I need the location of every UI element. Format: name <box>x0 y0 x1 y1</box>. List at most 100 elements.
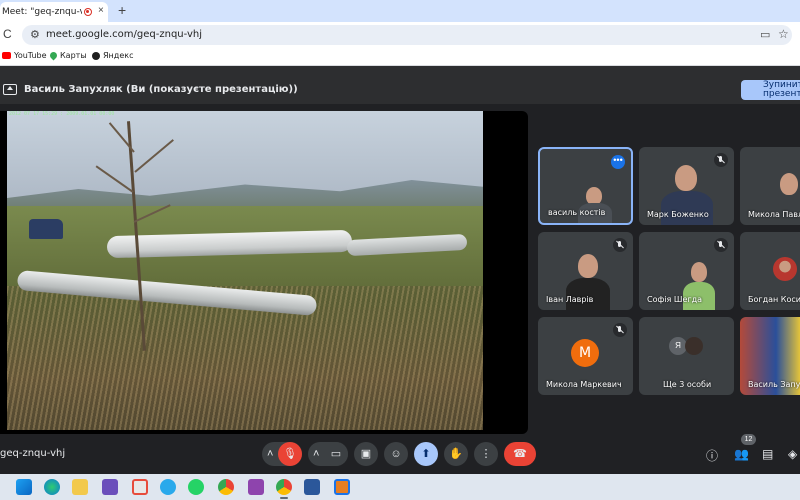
activities-icon[interactable]: ◈ <box>788 447 797 461</box>
address-bar[interactable]: ⚙ meet.google.com/geq-znqu-vhj ▭ ☆ <box>22 25 792 45</box>
raise-hand-button[interactable]: ✋ <box>444 442 468 466</box>
more-participants-tile[interactable]: Я Ще 3 особи <box>639 317 734 395</box>
participant-video <box>578 254 598 278</box>
participant-tile[interactable]: Василь Запухляк <box>740 317 800 395</box>
shared-screen: 2012 07 17 15:29 : 2009.01.01 00:00 <box>0 111 528 434</box>
mic-off-icon <box>613 238 627 252</box>
mic-off-icon: 🎙 <box>283 448 297 460</box>
media-app-icon[interactable] <box>132 479 148 495</box>
participant-tile[interactable]: Іван Лаврів <box>538 232 633 310</box>
camera-icon: ▭ <box>330 448 342 460</box>
photos-app-icon[interactable] <box>334 479 350 495</box>
bookmark-yandex[interactable]: Яндекс <box>92 51 133 60</box>
yandex-icon <box>92 51 100 60</box>
bookmark-label: YouTube <box>14 51 47 60</box>
participant-avatar: M <box>571 339 599 367</box>
chat-icon[interactable]: ▤ <box>762 447 773 461</box>
recording-icon <box>84 8 92 16</box>
present-now-button[interactable]: ⬆ <box>414 442 438 466</box>
edge-browser-icon[interactable] <box>44 479 60 495</box>
participant-name: Софія Шегда <box>647 295 703 304</box>
participant-video <box>566 278 610 310</box>
present-screen-icon <box>3 84 17 95</box>
participant-tile[interactable]: Марк Боженко <box>639 147 734 225</box>
photo-vehicle <box>29 219 63 239</box>
more-options-button[interactable]: ⋮ <box>474 442 498 466</box>
file-explorer-icon[interactable] <box>72 479 88 495</box>
bookmarks-bar: YouTube Карты Яндекс <box>0 48 800 66</box>
leave-call-button[interactable]: ☎ <box>504 442 536 466</box>
participant-tile[interactable]: M Микола Маркевич <box>538 317 633 395</box>
bookmark-label: Яндекс <box>103 51 134 60</box>
phone-hangup-icon: ☎ <box>513 448 527 460</box>
site-info-icon[interactable]: ⚙ <box>30 28 40 41</box>
participant-video <box>691 262 707 282</box>
bookmark-maps[interactable]: Карты <box>48 50 87 61</box>
emoji-icon: ☺ <box>390 448 402 460</box>
browser-tab-meet[interactable]: Meet: "geq-znqu-vhj" × <box>0 2 108 22</box>
word-icon[interactable] <box>304 479 320 495</box>
reactions-button[interactable]: ☺ <box>384 442 408 466</box>
participant-name: Микола Маркевич <box>546 380 622 389</box>
tab-title: Meet: "geq-znqu-vhj" <box>2 7 82 17</box>
participant-name: Василь Запухляк <box>748 380 800 389</box>
participant-name: василь костів <box>548 208 606 217</box>
captions-icon: ▣ <box>360 448 372 460</box>
bookmark-label: Карты <box>60 51 87 60</box>
meeting-controls-bar: geq-znqu-vhj ˄ 🎙 ˄ ▭ ▣ ☺ ⬆ ✋ ⋮ ☎ ⓘ 12 👥 … <box>0 434 800 474</box>
presenter-label: Василь Запухляк (Ви (показуєте презентац… <box>24 84 298 95</box>
participant-name: Марк Боженко <box>647 210 709 219</box>
participant-name: Богдан Косило <box>748 295 800 304</box>
cast-icon[interactable]: ▭ <box>760 28 770 41</box>
participant-avatar <box>773 257 797 281</box>
participant-tile[interactable]: ••• василь костів <box>538 147 633 225</box>
present-screen-icon: ⬆ <box>421 448 431 460</box>
participant-name: Іван Лаврів <box>546 295 594 304</box>
chevron-up-icon: ˄ <box>267 448 274 460</box>
whatsapp-icon[interactable] <box>188 479 204 495</box>
mic-off-icon <box>714 153 728 167</box>
participant-tile[interactable]: Богдан Косило <box>740 232 800 310</box>
chrome-profile-icon[interactable] <box>276 479 292 495</box>
participant-video <box>661 191 713 225</box>
start-icon[interactable] <box>16 479 32 495</box>
more-vert-icon: ⋮ <box>480 448 492 460</box>
new-tab-icon[interactable]: + <box>118 2 126 18</box>
participant-count-badge: 12 <box>741 434 756 445</box>
camera-toggle-button[interactable]: ▭ <box>324 442 348 466</box>
presented-photo: 2012 07 17 15:29 : 2009.01.01 00:00 <box>7 111 483 430</box>
participant-video <box>675 165 697 191</box>
mic-off-icon <box>613 323 627 337</box>
reload-icon[interactable]: C <box>3 27 12 41</box>
page-gap <box>0 66 800 76</box>
participant-avatar <box>685 337 703 355</box>
meeting-stage: 2012 07 17 15:29 : 2009.01.01 00:00 ••• … <box>0 104 800 434</box>
youtube-icon <box>2 52 11 59</box>
save-app-icon[interactable] <box>102 479 118 495</box>
bookmark-star-icon[interactable]: ☆ <box>778 27 789 41</box>
participant-name: Микола Павлишин <box>748 210 800 219</box>
browser-tab-strip: Meet: "geq-znqu-vhj" × + <box>0 0 800 22</box>
meeting-code: geq-znqu-vhj <box>0 448 66 459</box>
tab-close-icon[interactable]: × <box>98 5 104 16</box>
mic-toggle-button[interactable]: 🎙 <box>278 442 302 466</box>
people-icon[interactable]: 👥 <box>734 447 749 461</box>
participant-video <box>780 173 798 195</box>
vpn-app-icon[interactable] <box>248 479 264 495</box>
hand-icon: ✋ <box>449 448 463 460</box>
captions-button[interactable]: ▣ <box>354 442 378 466</box>
telegram-icon[interactable] <box>160 479 176 495</box>
bookmark-youtube[interactable]: YouTube <box>2 51 47 60</box>
participant-tile[interactable]: Микола Павлишин <box>740 147 800 225</box>
url-text[interactable]: meet.google.com/geq-znqu-vhj <box>46 29 202 40</box>
info-icon[interactable]: ⓘ <box>706 447 718 464</box>
os-taskbar <box>0 474 800 500</box>
participant-tile[interactable]: Софія Шегда <box>639 232 734 310</box>
browser-toolbar: C ⚙ meet.google.com/geq-znqu-vhj ▭ ☆ <box>0 22 800 48</box>
stop-presenting-button[interactable]: Зупинити презентацію <box>741 80 800 100</box>
active-app-indicator <box>280 497 288 499</box>
chrome-icon[interactable] <box>218 479 234 495</box>
more-options-icon[interactable]: ••• <box>611 155 625 169</box>
maps-icon <box>48 50 59 61</box>
presentation-header: Василь Запухляк (Ви (показуєте презентац… <box>0 76 800 104</box>
